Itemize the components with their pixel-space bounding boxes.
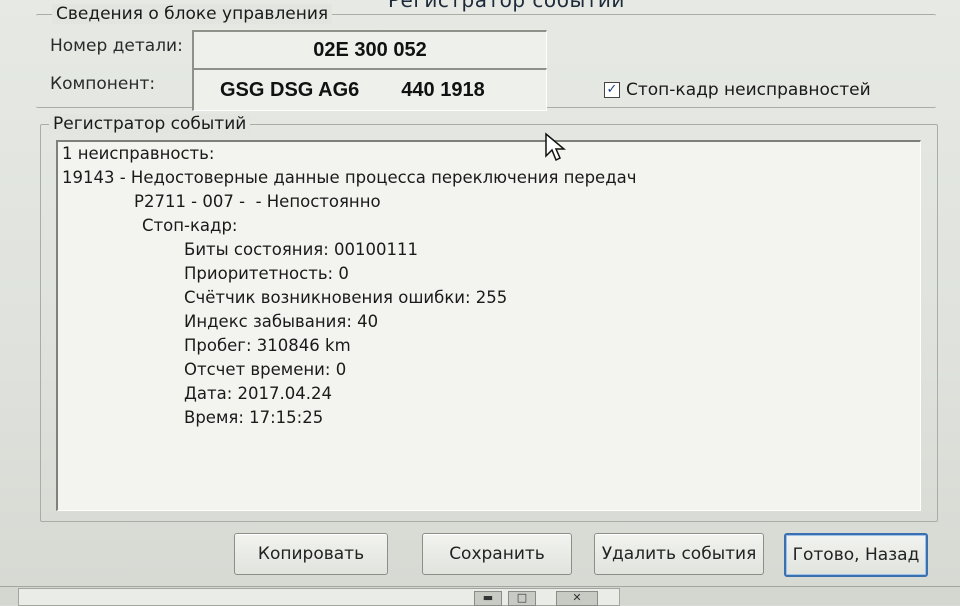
log-line-date: Дата: 2017.04.24 — [184, 384, 333, 403]
component-code: 440 1918 — [401, 78, 485, 101]
ecu-info-legend: Сведения о блоке управления — [52, 4, 333, 24]
window-title: Регистратор событий — [388, 0, 625, 12]
mouse-pointer-icon — [545, 132, 566, 162]
log-line-occurrence-counter: Счётчик возникновения ошибки: 255 — [184, 288, 508, 307]
save-button[interactable]: Сохранить — [422, 533, 572, 575]
part-number-value: 02E 300 052 — [313, 38, 427, 61]
log-line-time-count: Отсчет времени: 0 — [184, 360, 347, 379]
log-line-obd-code: P2711 - 007 - - Непостоянно — [134, 192, 381, 211]
log-line-mileage: Пробег: 310846 km — [184, 336, 351, 355]
freeze-frame-label: Стоп-кадр неисправностей — [626, 80, 871, 100]
delete-events-button[interactable]: Удалить события — [594, 533, 764, 575]
event-recorder-legend: Регистратор событий — [49, 114, 251, 134]
log-line-fault-code: 19143 - Недостоверные данные процесса пе… — [62, 168, 637, 187]
component-label: Компонент: — [50, 74, 156, 94]
log-line-status-bits: Биты состояния: 00100111 — [184, 240, 419, 259]
done-back-button[interactable]: Готово, Назад — [784, 533, 928, 577]
component-value: GSG DSG AG6 — [220, 78, 360, 101]
log-line-freeze-frame-heading: Стоп-кадр: — [142, 216, 238, 235]
copy-button[interactable]: Копировать — [234, 533, 388, 575]
log-line-time: Время: 17:15:25 — [184, 408, 324, 427]
part-number-label: Номер детали: — [50, 36, 183, 56]
event-log-textbox[interactable]: 1 неисправность: 19143 - Недостоверные д… — [56, 140, 921, 511]
log-line-forget-index: Индекс забывания: 40 — [184, 312, 379, 331]
log-line-priority: Приоритетность: 0 — [184, 264, 349, 283]
freeze-frame-checkbox[interactable]: ✓ — [604, 82, 620, 98]
part-number-field: 02E 300 052 — [192, 30, 547, 69]
component-field: GSG DSG AG6 440 1918 — [192, 68, 547, 111]
freeze-frame-toggle[interactable]: ✓ Стоп-кадр неисправностей — [604, 80, 871, 100]
event-recorder-window: Регистратор событий Сведения о блоке упр… — [0, 0, 960, 606]
log-line-fault-count: 1 неисправность: — [62, 144, 215, 163]
